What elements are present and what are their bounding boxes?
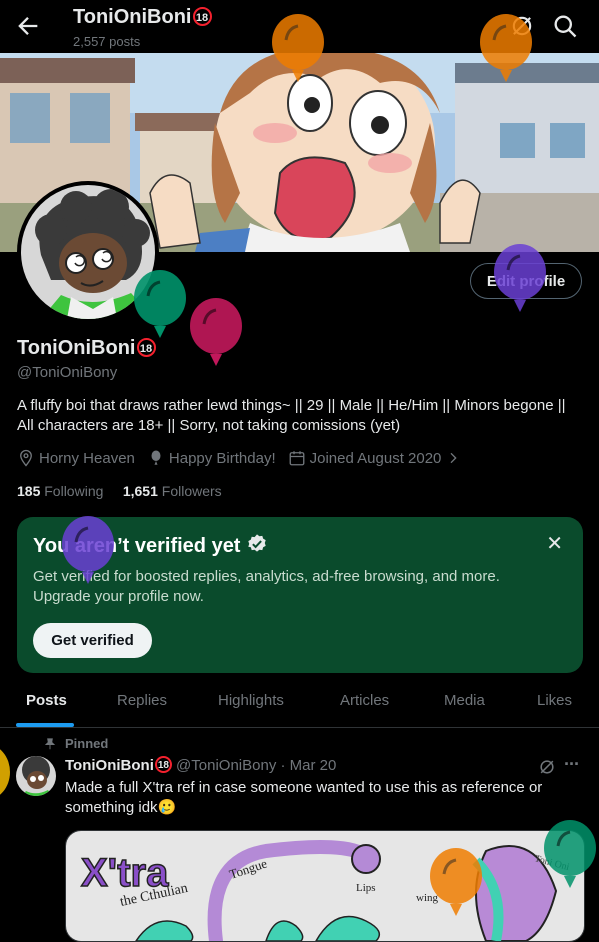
tab-replies[interactable]: Replies xyxy=(117,692,167,709)
post-text: Made a full X'tra ref in case someone wa… xyxy=(65,778,565,818)
balloon-icon xyxy=(134,270,186,338)
followers-count: 1,651 xyxy=(122,483,158,499)
post-text-line: Made a full X'tra ref in case someone wa… xyxy=(65,779,543,796)
post-image[interactable]: X'tra the Cthulian Tongue Lips wing Toni… xyxy=(65,830,585,942)
profile-name-text: ToniOniBoni xyxy=(17,337,136,359)
tab-articles[interactable]: Articles xyxy=(340,692,389,709)
image-label: Lips xyxy=(356,882,376,894)
profile-handle: @ToniOniBony xyxy=(17,364,118,381)
chevron-right-icon xyxy=(450,452,458,464)
pin-icon xyxy=(44,737,56,749)
location-item: Horny Heaven xyxy=(17,449,135,467)
post-header: ToniOniBoni 18 @ToniOniBony · Mar 20 xyxy=(65,756,336,774)
pinned-label: Pinned xyxy=(43,736,108,751)
more-icon[interactable]: ··· xyxy=(564,754,580,775)
following-label: Following xyxy=(44,483,104,499)
bio-line: A fluffy boi that draws rather lewd thin… xyxy=(17,397,566,414)
profile-tabs: Posts Replies Highlights Articles Media … xyxy=(0,677,599,728)
post-text-line: something idk🥲 xyxy=(65,799,177,816)
calendar-icon xyxy=(289,451,305,466)
search-icon[interactable] xyxy=(551,12,579,40)
followers-label: Followers xyxy=(161,483,222,499)
profile-meta: Horny Heaven Happy Birthday! Joined Augu… xyxy=(17,449,477,467)
joined-item[interactable]: Joined August 2020 xyxy=(288,449,466,467)
header-title: ToniOniBoni 18 xyxy=(73,6,212,29)
age-badge: 18 xyxy=(192,7,212,26)
get-verified-button[interactable]: Get verified xyxy=(33,623,152,658)
following-count: 185 xyxy=(17,483,41,499)
post-handle-time[interactable]: @ToniOniBony · Mar 20 xyxy=(176,757,336,774)
tab-posts[interactable]: Posts xyxy=(26,692,67,709)
following-link[interactable]: 185 Following xyxy=(17,483,103,499)
joined-text: Joined August 2020 xyxy=(309,449,442,467)
balloon-icon xyxy=(430,848,482,916)
verify-desc-line: Upgrade your profile now. xyxy=(33,588,204,605)
balloon-icon xyxy=(494,244,546,312)
post-count: 2,557 posts xyxy=(73,34,141,49)
tab-media[interactable]: Media xyxy=(444,692,485,709)
tab-likes[interactable]: Likes xyxy=(537,692,572,709)
birthday-text: Happy Birthday! xyxy=(168,449,276,467)
location-icon xyxy=(20,449,32,467)
balloon-icon xyxy=(272,14,324,82)
post-avatar[interactable] xyxy=(16,756,56,796)
age-badge: 18 xyxy=(154,756,172,773)
active-tab-indicator xyxy=(16,723,74,727)
birthday-item: Happy Birthday! xyxy=(147,449,276,467)
balloon-icon xyxy=(480,14,532,82)
pinned-text: Pinned xyxy=(65,736,109,751)
follow-stats: 185 Following 1,651 Followers xyxy=(17,483,222,499)
header-name: ToniOniBoni xyxy=(73,6,192,28)
balloon-icon xyxy=(0,749,10,795)
post-author[interactable]: ToniOniBoni xyxy=(65,757,154,774)
balloon-icon xyxy=(62,516,114,584)
balloon-icon xyxy=(190,298,242,366)
grok-icon[interactable] xyxy=(537,757,557,777)
followers-link[interactable]: 1,651 Followers xyxy=(123,483,222,499)
bio-line: All characters are 18+ || Sorry, not tak… xyxy=(17,417,401,434)
location-text: Horny Heaven xyxy=(39,449,135,467)
tab-highlights[interactable]: Highlights xyxy=(218,692,284,709)
balloon-icon xyxy=(151,450,161,465)
balloon-icon xyxy=(544,820,596,888)
profile-bio: A fluffy boi that draws rather lewd thin… xyxy=(17,396,587,436)
verified-badge-icon xyxy=(248,534,266,552)
close-icon[interactable]: ✕ xyxy=(546,531,563,556)
back-arrow-icon[interactable] xyxy=(14,12,42,40)
